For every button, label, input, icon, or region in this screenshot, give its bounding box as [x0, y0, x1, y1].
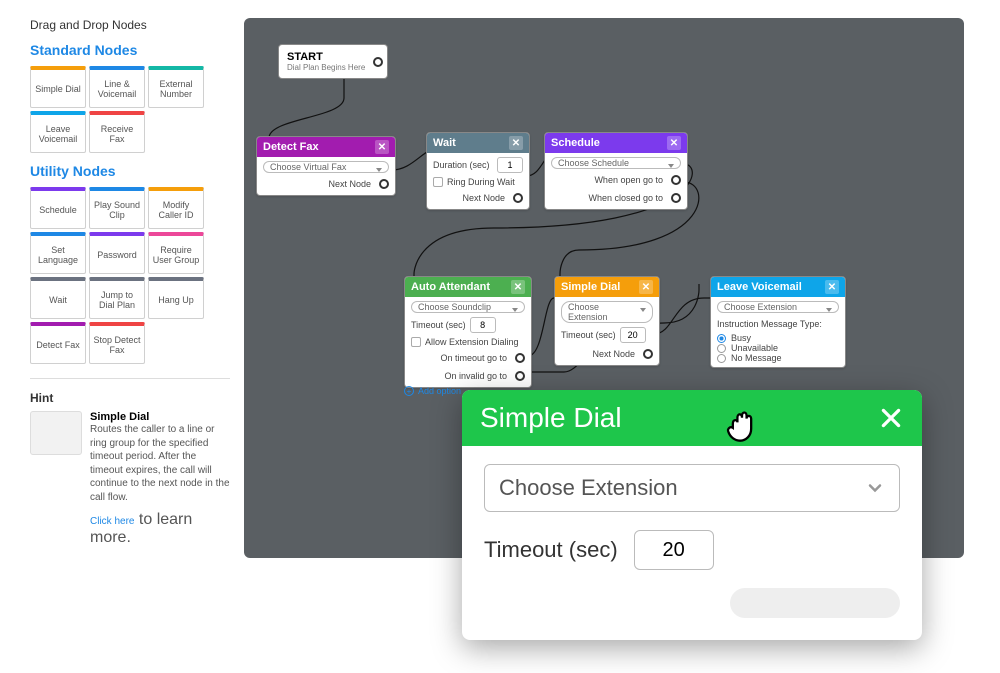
duration-input[interactable] [497, 157, 523, 173]
detect-fax-node[interactable]: Detect Fax ✕ Choose Virtual Fax Next Nod… [256, 136, 396, 196]
palette-item[interactable]: Detect Fax [30, 322, 86, 364]
palette-item[interactable]: Modify Caller ID [148, 187, 204, 229]
close-icon[interactable]: ✕ [509, 136, 523, 150]
chevron-down-icon [865, 478, 885, 498]
palette-item[interactable]: Set Language [30, 232, 86, 274]
hint-panel: Hint Simple Dial Routes the caller to a … [30, 378, 230, 547]
start-subtitle: Dial Plan Begins Here [287, 63, 365, 72]
radio-busy[interactable] [717, 334, 726, 343]
palette-item[interactable]: Leave Voicemail [30, 111, 86, 153]
timeout-input[interactable] [634, 530, 714, 570]
output-port[interactable] [513, 193, 523, 203]
radio-label: Busy [731, 333, 751, 343]
close-icon[interactable]: ✕ [667, 136, 681, 150]
auto-attendant-node[interactable]: Auto Attendant ✕ Choose Soundclip Timeou… [404, 276, 532, 388]
soundclip-select[interactable]: Choose Soundclip [411, 301, 525, 313]
palette-item[interactable]: Jump to Dial Plan [89, 277, 145, 319]
simple-dial-node[interactable]: Simple Dial ✕ Choose Extension Timeout (… [554, 276, 660, 366]
palette-item[interactable]: Require User Group [148, 232, 204, 274]
palette: Simple DialLine & VoicemailExternal Numb… [30, 66, 230, 153]
extension-select[interactable]: Choose Extension [561, 301, 653, 323]
hint-link[interactable]: Click here [90, 516, 134, 527]
start-port[interactable] [373, 57, 383, 67]
schedule-node[interactable]: Schedule ✕ Choose Schedule When open go … [544, 132, 688, 210]
ring-checkbox[interactable] [433, 177, 443, 187]
start-title: START [287, 51, 365, 63]
closed-port[interactable] [671, 193, 681, 203]
close-icon[interactable] [878, 405, 904, 431]
hint-title: Hint [30, 391, 230, 405]
close-icon[interactable]: ✕ [639, 280, 653, 294]
node-title: Auto Attendant [411, 281, 490, 293]
timeout-port[interactable] [515, 353, 525, 363]
palette-item[interactable]: Wait [30, 277, 86, 319]
node-title: Leave Voicemail [717, 281, 802, 293]
close-icon[interactable]: ✕ [375, 140, 389, 154]
virtual-fax-select[interactable]: Choose Virtual Fax [263, 161, 389, 173]
radio-no-message[interactable] [717, 354, 726, 363]
radio-label: Unavailable [731, 343, 778, 353]
open-port[interactable] [671, 175, 681, 185]
timeout-label: Timeout (sec) [484, 537, 618, 563]
palette-item[interactable]: Hang Up [148, 277, 204, 319]
palette-item[interactable]: External Number [148, 66, 204, 108]
palette-item[interactable]: Simple Dial [30, 66, 86, 108]
add-option-link[interactable]: +Add option [404, 384, 461, 398]
invalid-port[interactable] [515, 371, 525, 381]
hint-heading: Simple Dial [90, 411, 230, 423]
palette: SchedulePlay Sound ClipModify Caller ID S… [30, 187, 230, 364]
palette-item[interactable]: Receive Fax [89, 111, 145, 153]
palette-item[interactable]: Line & Voicemail [89, 66, 145, 108]
palette-item[interactable]: Play Sound Clip [89, 187, 145, 229]
wait-node[interactable]: Wait ✕ Duration (sec) Ring During Wait N… [426, 132, 530, 210]
schedule-select[interactable]: Choose Schedule [551, 157, 681, 169]
submit-button[interactable] [730, 588, 900, 618]
node-title: Simple Dial [561, 281, 620, 293]
radio-label: No Message [731, 353, 782, 363]
timeout-input[interactable] [470, 317, 496, 333]
allow-ext-checkbox[interactable] [411, 337, 421, 347]
modal-title: Simple Dial [480, 402, 622, 434]
start-node[interactable]: START Dial Plan Begins Here [278, 44, 388, 79]
hint-body: Routes the caller to a line or ring grou… [90, 423, 230, 504]
close-icon[interactable]: ✕ [511, 280, 525, 294]
node-title: Schedule [551, 137, 600, 149]
hint-thumbnail [30, 411, 82, 455]
section-header: Standard Nodes [30, 42, 230, 58]
simple-dial-modal[interactable]: Simple Dial Choose Extension Timeout (se… [462, 390, 922, 640]
palette-item[interactable]: Password [89, 232, 145, 274]
sidebar: Drag and Drop Nodes Standard Nodes Simple… [30, 18, 230, 547]
leave-voicemail-node[interactable]: Leave Voicemail ✕ Choose Extension Instr… [710, 276, 846, 368]
radio-unavailable[interactable] [717, 344, 726, 353]
close-icon[interactable]: ✕ [825, 280, 839, 294]
grab-cursor-icon [720, 404, 764, 448]
extension-select[interactable]: Choose Extension [484, 464, 900, 512]
section-header: Utility Nodes [30, 163, 230, 179]
palette-item[interactable]: Stop Detect Fax [89, 322, 145, 364]
node-title: Wait [433, 137, 456, 149]
palette-item[interactable]: Schedule [30, 187, 86, 229]
extension-select[interactable]: Choose Extension [717, 301, 839, 313]
timeout-input[interactable] [620, 327, 646, 343]
node-title: Detect Fax [263, 141, 319, 153]
output-port[interactable] [643, 349, 653, 359]
sidebar-title: Drag and Drop Nodes [30, 18, 230, 32]
output-port[interactable] [379, 179, 389, 189]
